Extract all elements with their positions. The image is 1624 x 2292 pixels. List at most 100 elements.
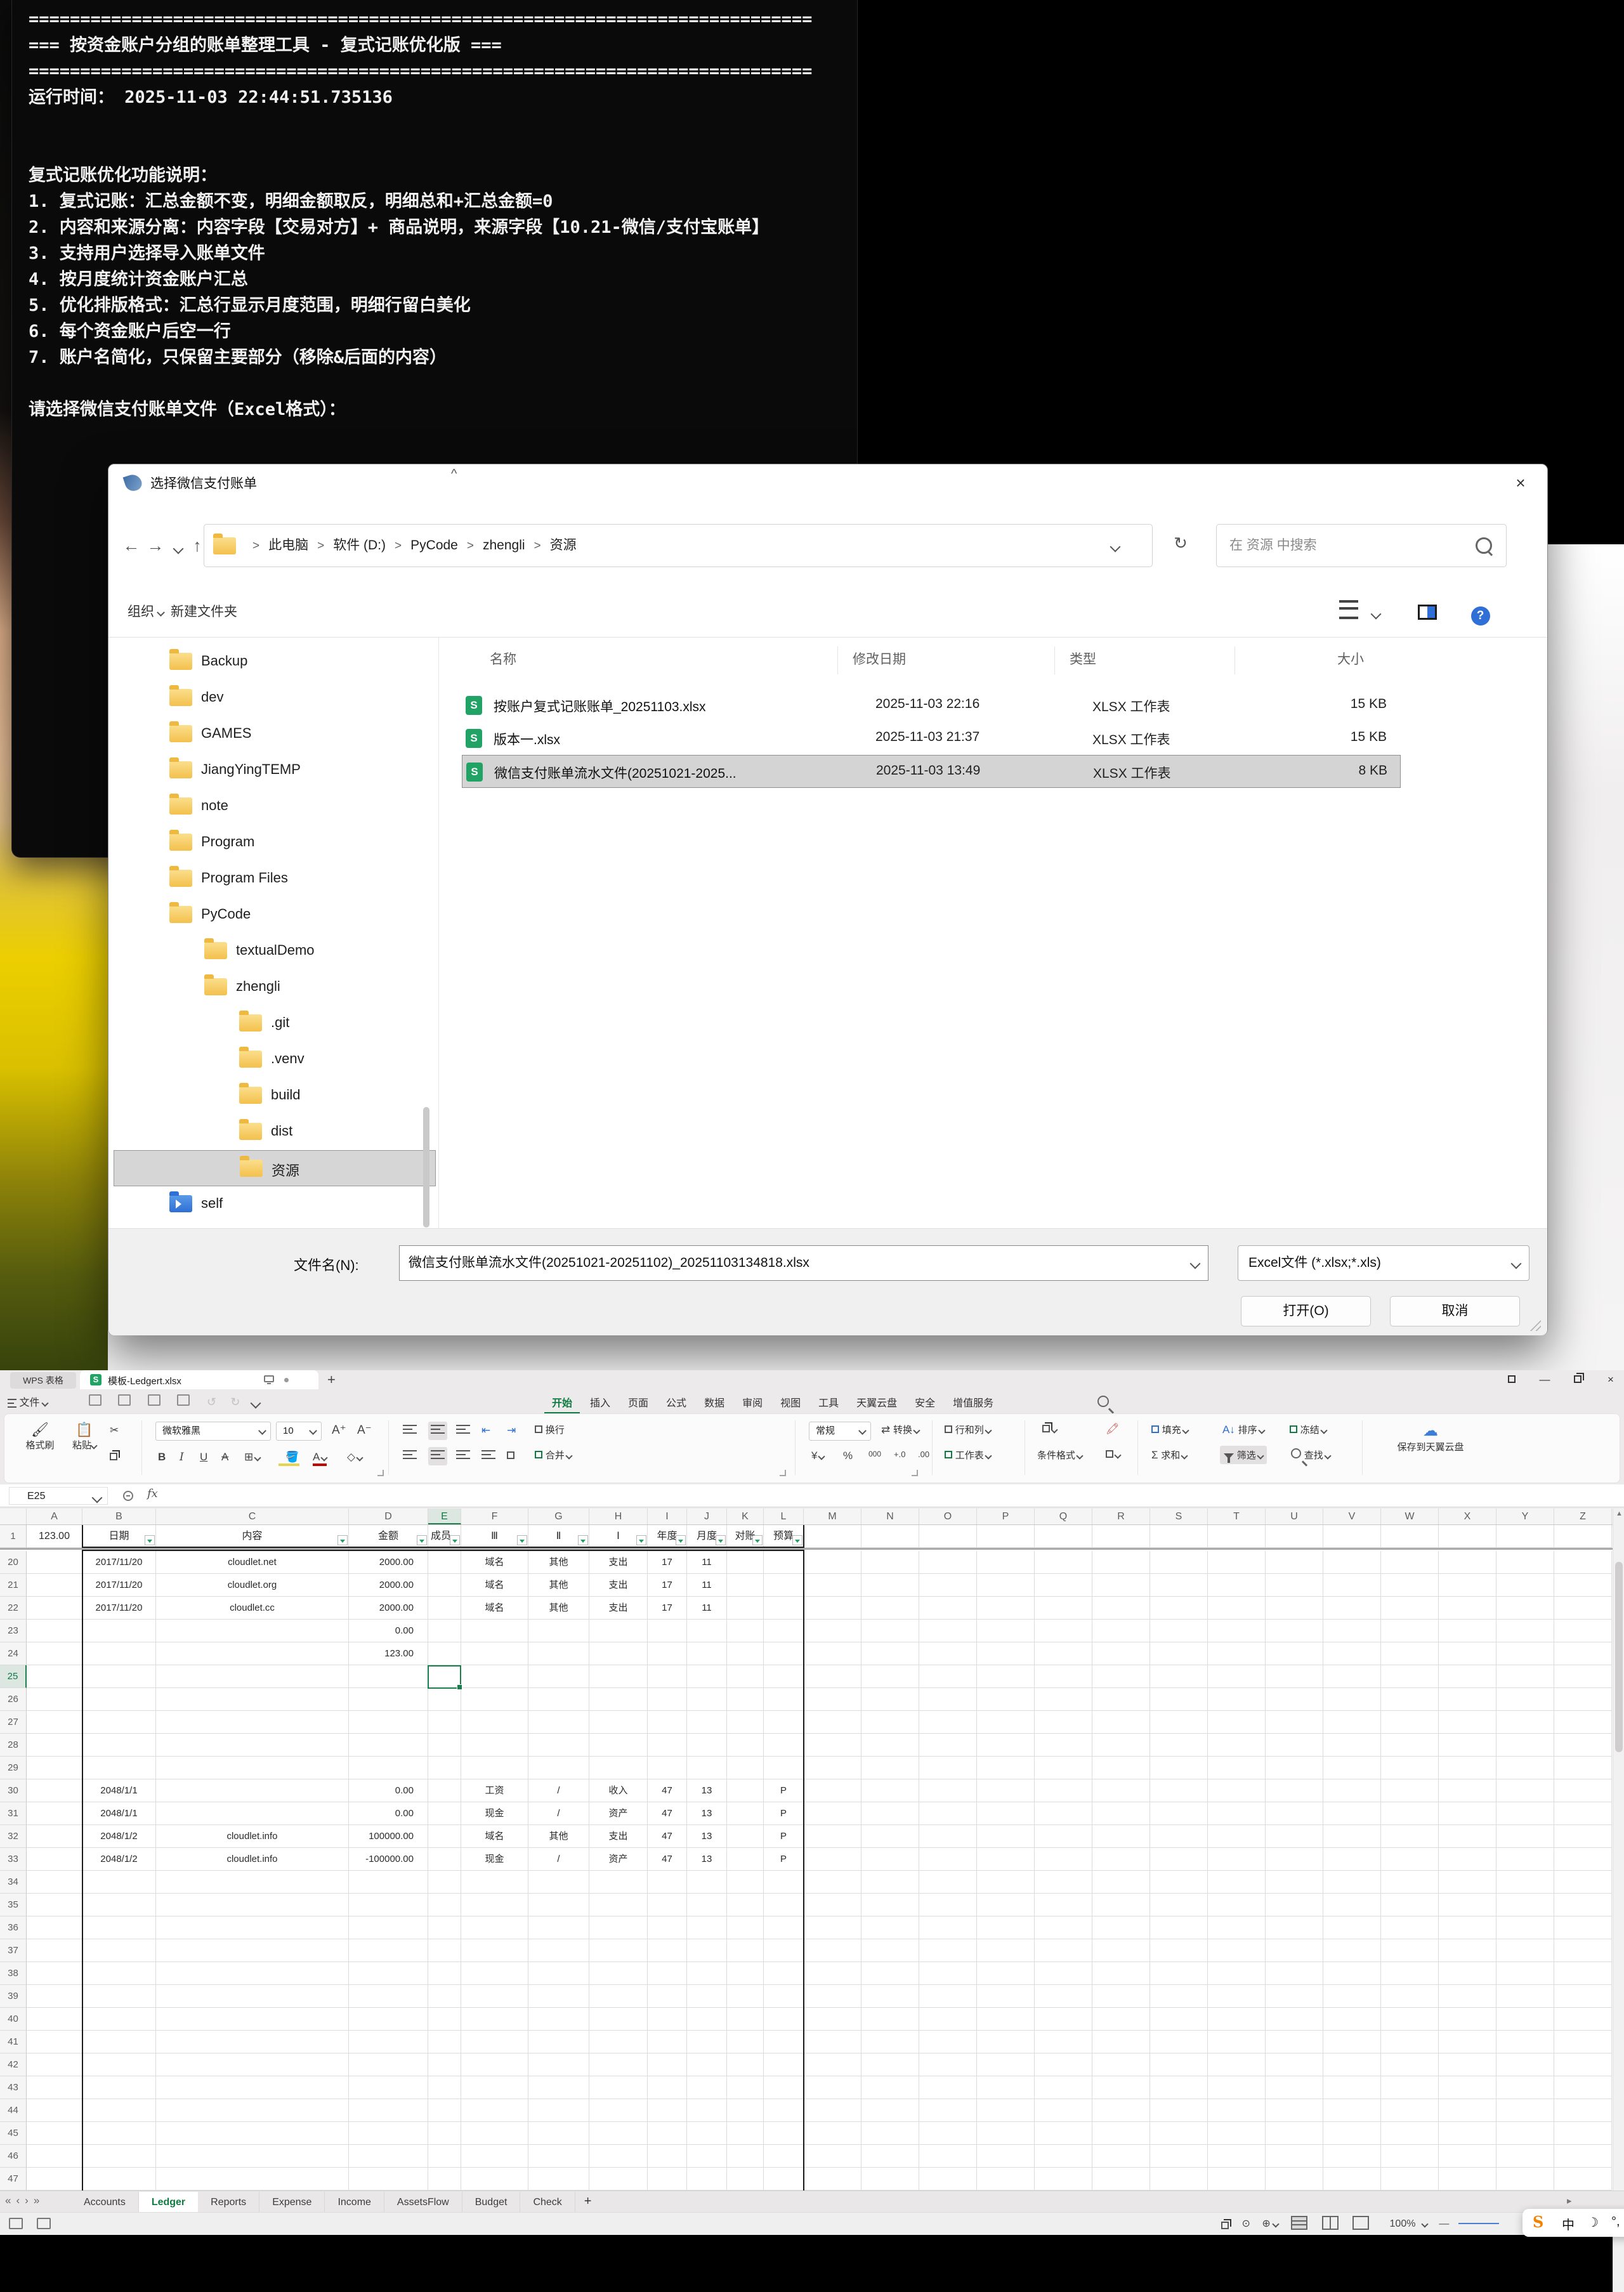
cell-G46[interactable] [528,2145,589,2168]
cell-T26[interactable] [1208,1688,1266,1711]
cell-Y22[interactable] [1496,1597,1554,1620]
search-input[interactable]: 在 资源 中搜索 [1216,524,1507,567]
cell-O22[interactable] [919,1597,977,1620]
cell-M40[interactable] [804,2008,861,2031]
cell-Y27[interactable] [1496,1711,1554,1734]
cell-I37[interactable] [648,1939,687,1962]
cell-J28[interactable] [687,1734,727,1757]
cell-E23[interactable] [428,1620,461,1642]
cell-J21[interactable]: 11 [687,1574,727,1597]
cell-O45[interactable] [919,2122,977,2145]
sheet-tab-Accounts[interactable]: Accounts [71,2192,139,2213]
cell-R47[interactable] [1092,2168,1150,2190]
view-dropdown-chevron-icon[interactable] [1370,609,1381,620]
workspace-icon[interactable] [1501,1372,1522,1388]
cell-S24[interactable] [1150,1642,1208,1665]
cell-M44[interactable] [804,2099,861,2122]
cell-H25[interactable] [589,1665,648,1688]
cell-S21[interactable] [1150,1574,1208,1597]
cell-M35[interactable] [804,1894,861,1916]
filter-dropdown-icon[interactable] [636,1535,646,1545]
active-cell-selection[interactable] [428,1665,461,1689]
cell-A34[interactable] [27,1871,82,1894]
cell-W1[interactable] [1381,1525,1439,1548]
cell-N26[interactable] [861,1688,919,1711]
breadcrumb-segment[interactable]: 资源 [550,525,577,566]
cell-X44[interactable] [1439,2099,1496,2122]
tree-item-.venv[interactable]: .venv [114,1042,436,1078]
cell-G29[interactable] [528,1757,589,1779]
align-top-icon[interactable] [403,1424,417,1437]
cell-Q36[interactable] [1035,1916,1092,1939]
cell-U21[interactable] [1266,1574,1323,1597]
column-header-L[interactable]: L [764,1509,804,1524]
cell-C33[interactable]: cloudlet.info [156,1848,349,1871]
cell-G42[interactable] [528,2053,589,2076]
cell-G38[interactable] [528,1962,589,1985]
cell-Q45[interactable] [1035,2122,1092,2145]
cell-G41[interactable] [528,2031,589,2053]
tree-scrollbar-thumb[interactable] [423,1107,429,1228]
cell-N45[interactable] [861,2122,919,2145]
cell-Y30[interactable] [1496,1779,1554,1802]
cell-O24[interactable] [919,1642,977,1665]
cell-C27[interactable] [156,1711,349,1734]
font-name-select[interactable]: 微软雅黑 [155,1422,271,1441]
cell-F31[interactable]: 现金 [461,1802,528,1825]
cell-T40[interactable] [1208,2008,1266,2031]
cell-P23[interactable] [977,1620,1035,1642]
cell-E43[interactable] [428,2076,461,2099]
moon-icon[interactable]: ☽ [1587,2215,1599,2230]
cell-M26[interactable] [804,1688,861,1711]
cell-F42[interactable] [461,2053,528,2076]
cell-W33[interactable] [1381,1848,1439,1871]
list-view-icon[interactable] [1339,600,1358,619]
cell-G45[interactable] [528,2122,589,2145]
cell-N44[interactable] [861,2099,919,2122]
cell-S32[interactable] [1150,1825,1208,1848]
cell-Y31[interactable] [1496,1802,1554,1825]
cell-U22[interactable] [1266,1597,1323,1620]
cell-B35[interactable] [82,1894,156,1916]
cell-T20[interactable] [1208,1551,1266,1574]
menu-tab-插入[interactable]: 插入 [582,1392,618,1412]
cell-F21[interactable]: 域名 [461,1574,528,1597]
filter-dropdown-icon[interactable] [517,1535,527,1545]
cell-I38[interactable] [648,1962,687,1985]
copy-icon[interactable] [110,1451,117,1464]
cell-D30[interactable]: 0.00 [349,1779,428,1802]
cell-A31[interactable] [27,1802,82,1825]
cell-S23[interactable] [1150,1620,1208,1642]
cell-N33[interactable] [861,1848,919,1871]
new-document-button[interactable]: + [327,1372,336,1388]
cell-T32[interactable] [1208,1825,1266,1848]
cell-E24[interactable] [428,1642,461,1665]
cell-J27[interactable] [687,1711,727,1734]
cell-L27[interactable] [764,1711,804,1734]
cell-Y41[interactable] [1496,2031,1554,2053]
cell-Z21[interactable] [1554,1574,1612,1597]
cell-M20[interactable] [804,1551,861,1574]
cell-I30[interactable]: 47 [648,1779,687,1802]
cell-A38[interactable] [27,1962,82,1985]
cell-K38[interactable] [727,1962,764,1985]
cell-Z34[interactable] [1554,1871,1612,1894]
cell-H23[interactable] [589,1620,648,1642]
cell-O29[interactable] [919,1757,977,1779]
cell-M22[interactable] [804,1597,861,1620]
convert-button[interactable]: ⇄ 转换 [881,1423,919,1436]
cell-T39[interactable] [1208,1985,1266,2008]
cell-S46[interactable] [1150,2145,1208,2168]
cell-V27[interactable] [1323,1711,1381,1734]
cell-S26[interactable] [1150,1688,1208,1711]
cell-S22[interactable] [1150,1597,1208,1620]
cell-B31[interactable]: 2048/1/1 [82,1802,156,1825]
cell-B20[interactable]: 2017/11/20 [82,1551,156,1574]
cell-V40[interactable] [1323,2008,1381,2031]
share-screen-icon[interactable] [264,1375,274,1382]
cell-R24[interactable] [1092,1642,1150,1665]
cell-K1[interactable]: 对账 [727,1525,764,1548]
cell-A22[interactable] [27,1597,82,1620]
find-button[interactable]: 查找 [1291,1448,1330,1462]
align-right-icon[interactable] [456,1450,470,1463]
